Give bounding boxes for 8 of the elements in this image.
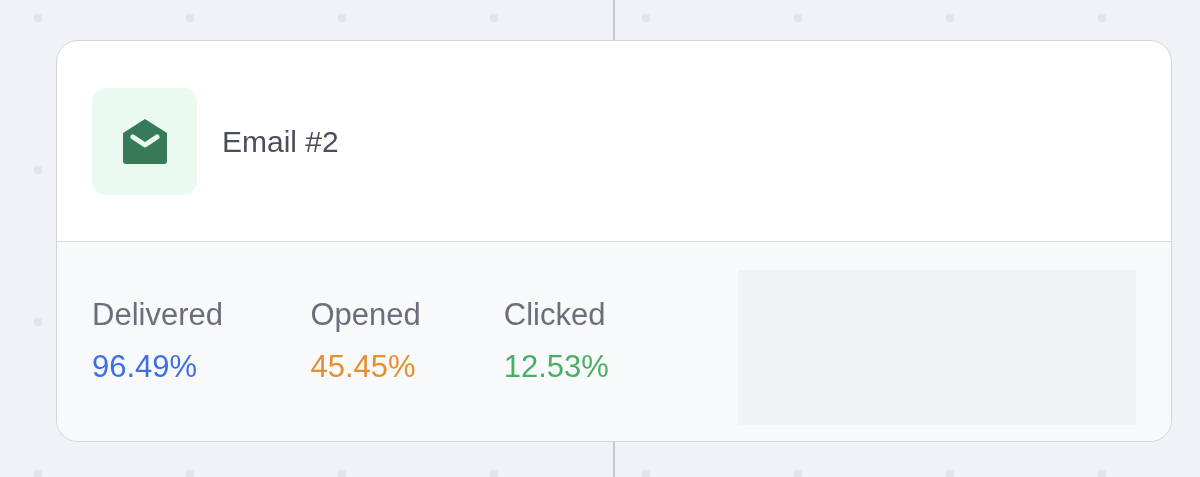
stat-label: Delivered xyxy=(92,298,224,333)
stat-value: 45.45% xyxy=(310,350,417,385)
stat-value: 12.53% xyxy=(503,350,610,385)
email-title: Email #2 xyxy=(222,123,339,160)
envelope-icon xyxy=(92,87,197,195)
stat-label: Opened xyxy=(310,298,422,333)
stat-value: 96.49% xyxy=(92,350,199,385)
stat-label: Clicked xyxy=(503,298,607,333)
